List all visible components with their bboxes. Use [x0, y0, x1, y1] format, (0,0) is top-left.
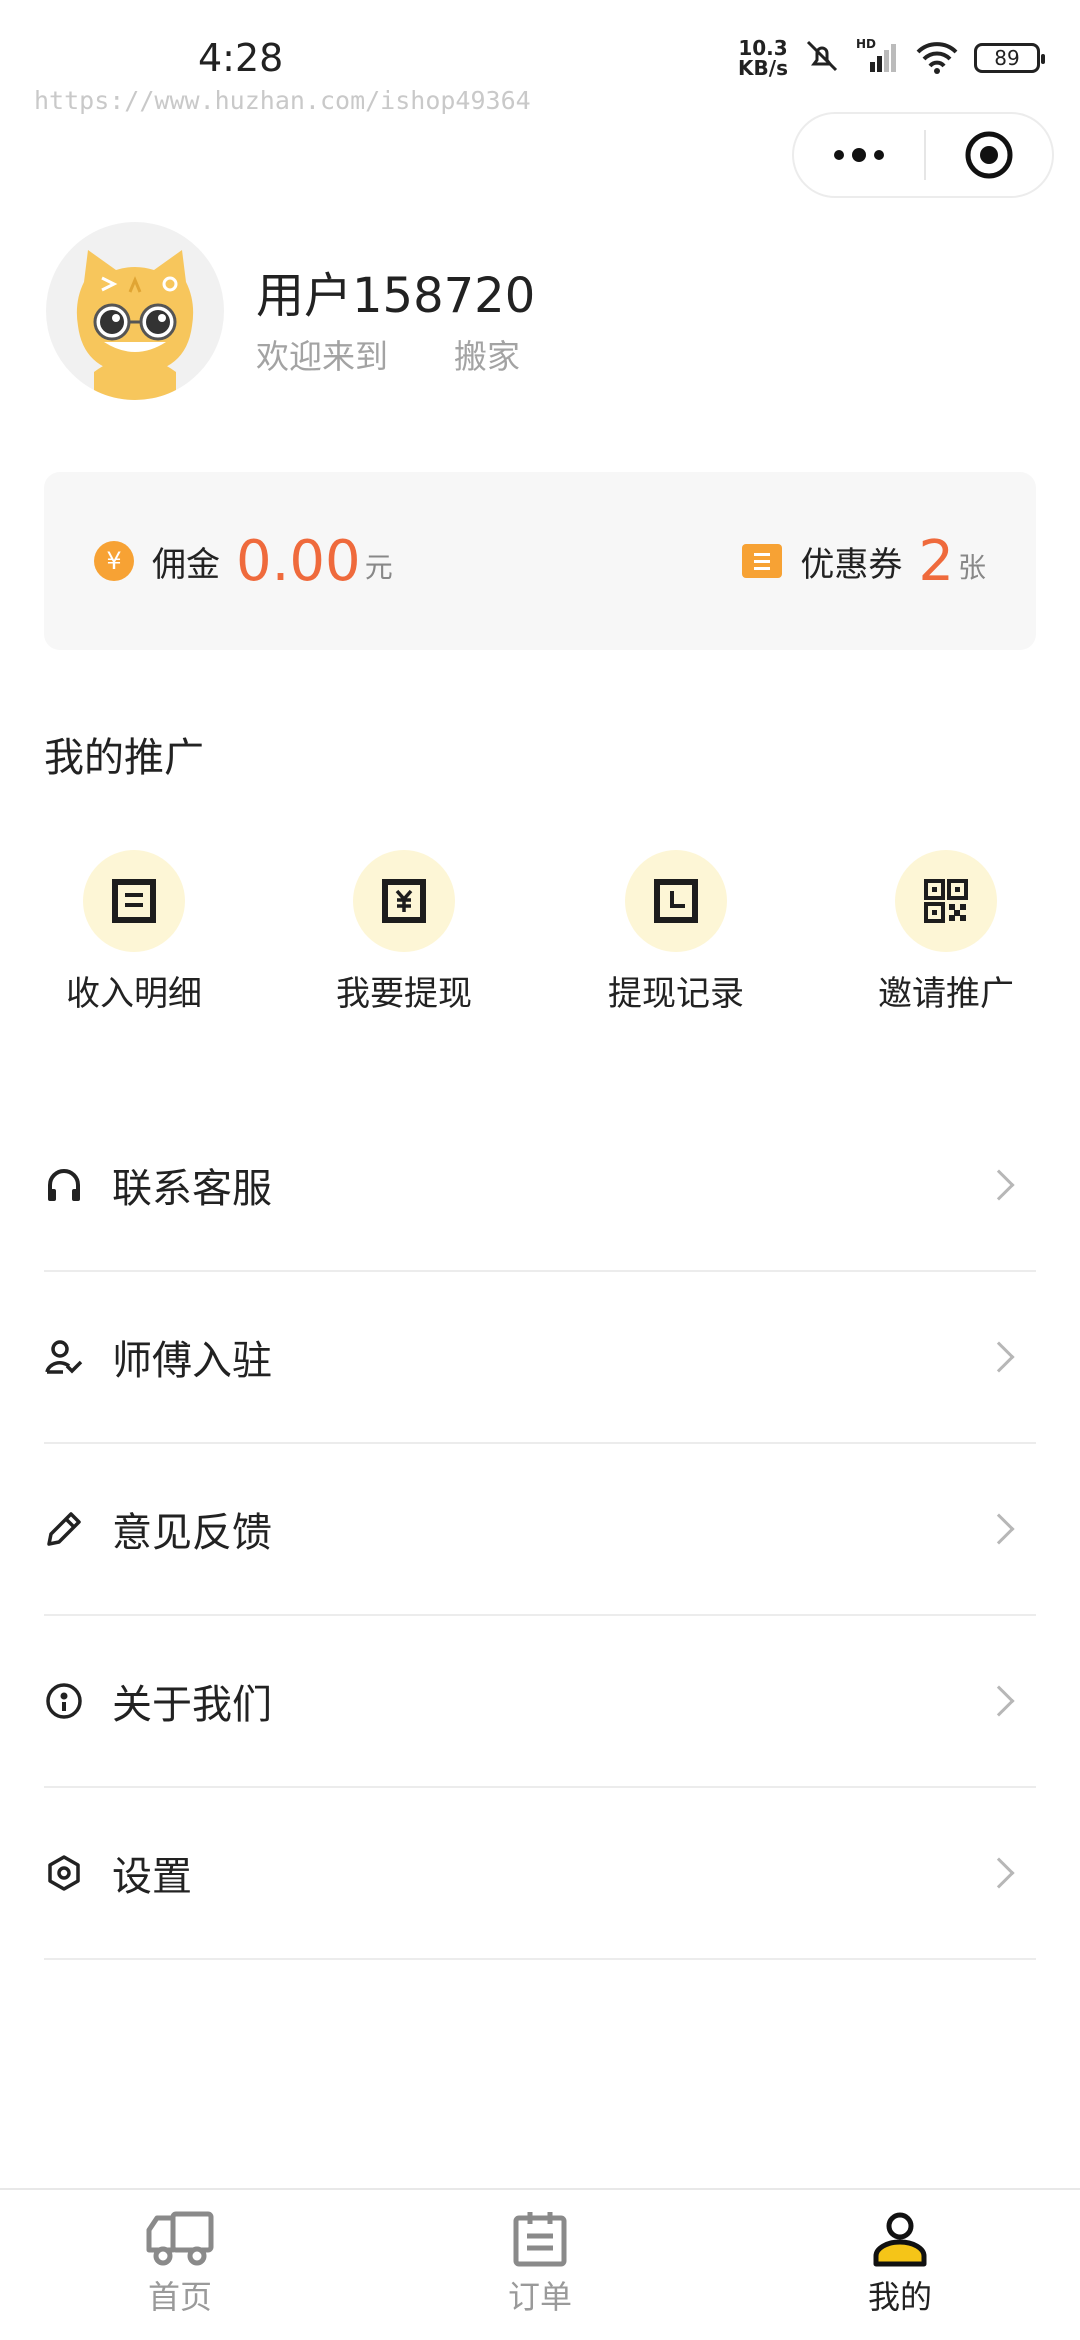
mute-icon	[802, 36, 842, 80]
qrcode-icon	[924, 879, 968, 923]
chevron-right-icon	[983, 1685, 1015, 1717]
status-time: 4:28	[198, 36, 284, 80]
menu-item-label: 师傅入驻	[112, 1338, 272, 1384]
commission-label: 佣金	[152, 544, 220, 585]
chevron-right-icon	[983, 1513, 1015, 1545]
headset-icon	[48, 1169, 80, 1201]
signal-icon: HD	[856, 36, 900, 80]
target-close-icon	[965, 131, 1013, 179]
tab-home[interactable]: 首页	[0, 2190, 360, 2340]
coupon-icon	[742, 544, 783, 578]
chevron-right-icon	[983, 1857, 1015, 1889]
status-icons: 10.3 KB/s HD 89	[738, 36, 1045, 80]
tab-mine[interactable]: 我的	[720, 2190, 1080, 2340]
promo-label: 邀请推广	[878, 974, 1014, 1014]
tab-orders[interactable]: 订单	[360, 2190, 720, 2340]
coin-icon: ¥	[94, 541, 134, 581]
menu-item-customer-service[interactable]: 联系客服	[44, 1100, 1036, 1272]
user-check-icon	[45, 1340, 83, 1374]
tab-label: 我的	[867, 2278, 932, 2316]
avatar[interactable]	[46, 222, 224, 400]
wifi-icon	[914, 36, 960, 80]
promo-label: 我要提现	[336, 974, 472, 1014]
net-speed: 10.3 KB/s	[738, 36, 788, 80]
battery-indicator: 89	[974, 43, 1045, 73]
close-miniprogram-button[interactable]	[926, 114, 1052, 196]
promotion-grid: 收入明细 我要提现 提现记录 邀请推广	[0, 850, 1080, 1020]
menu-item-label: 设置	[112, 1854, 192, 1900]
menu-item-label: 联系客服	[112, 1166, 272, 1212]
pencil-icon	[47, 1512, 81, 1546]
coupon-unit: 张	[957, 551, 986, 584]
promo-income-detail[interactable]: 收入明细	[24, 850, 244, 1015]
username: 用户158720	[256, 268, 536, 324]
promo-invite[interactable]: 邀请推广	[836, 850, 1056, 1015]
chevron-right-icon	[983, 1169, 1015, 1201]
commission-block[interactable]: ¥ 佣金 0.00 元	[94, 472, 393, 650]
wallet-card: ¥ 佣金 0.00 元 优惠券 2 张	[44, 472, 1036, 650]
menu-item-label: 关于我们	[112, 1682, 272, 1728]
hexagon-settings-icon	[48, 1855, 80, 1891]
promo-label: 收入明细	[66, 974, 202, 1014]
promo-withdraw[interactable]: 我要提现	[294, 850, 514, 1015]
info-circle-icon	[46, 1683, 82, 1719]
menu-item-settings[interactable]: 设置	[44, 1788, 1036, 1960]
order-icon	[513, 2212, 567, 2267]
tab-label: 订单	[507, 2278, 572, 2316]
watermark-text: https://www.huzhan.com/ishop49364	[34, 86, 531, 115]
withdraw-icon	[382, 879, 426, 923]
miniprogram-capsule	[792, 112, 1054, 198]
commission-unit: 元	[364, 551, 393, 584]
cat-avatar-icon	[76, 250, 194, 400]
profile-icon	[873, 2212, 927, 2267]
promo-label: 提现记录	[608, 974, 744, 1014]
promotion-title: 我的推广	[44, 735, 204, 781]
bottom-tab-bar: 首页 订单 我的	[0, 2188, 1080, 2340]
menu-item-master-join[interactable]: 师傅入驻	[44, 1272, 1036, 1444]
menu-item-feedback[interactable]: 意见反馈	[44, 1444, 1036, 1616]
coupon-value: 2	[918, 528, 954, 594]
menu-item-about-us[interactable]: 关于我们	[44, 1616, 1036, 1788]
welcome-text: 欢迎来到 搬家	[256, 337, 520, 376]
tab-label: 首页	[147, 2278, 212, 2316]
income-detail-icon	[112, 879, 156, 923]
more-button[interactable]	[794, 114, 924, 196]
coupon-label: 优惠券	[800, 544, 903, 585]
chevron-right-icon	[983, 1341, 1015, 1373]
more-dots-icon	[834, 148, 884, 162]
commission-value: 0.00	[236, 528, 361, 594]
withdraw-record-icon	[654, 879, 698, 923]
promo-withdraw-record[interactable]: 提现记录	[566, 850, 786, 1015]
coupon-block[interactable]: 优惠券 2 张	[742, 472, 986, 650]
menu-item-label: 意见反馈	[112, 1510, 272, 1556]
truck-icon	[146, 2211, 214, 2266]
settings-menu: 联系客服 师傅入驻 意见反馈 关于我们 设置	[44, 1100, 1036, 1960]
svg-text:HD: HD	[856, 37, 876, 51]
